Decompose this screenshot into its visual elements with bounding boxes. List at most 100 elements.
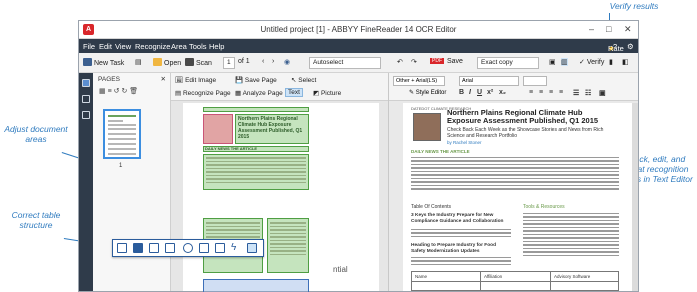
- image-toolbar: 🖼 Edit Image ▤ Recognize Page 💾 Save Pag…: [171, 73, 388, 101]
- rotate-left-icon[interactable]: ↺: [114, 88, 120, 95]
- menu-view[interactable]: View: [115, 42, 131, 51]
- language-select[interactable]: Autoselect: [309, 57, 381, 69]
- table-rows-icon[interactable]: [199, 243, 209, 253]
- table-split-col-icon[interactable]: [149, 243, 159, 253]
- table-divider: [412, 281, 618, 282]
- justify-icon[interactable]: ≡: [559, 89, 563, 96]
- picture-area-tool[interactable]: ◩ Picture: [313, 89, 341, 97]
- table-area[interactable]: [203, 279, 309, 292]
- thumb-line: [108, 133, 136, 135]
- text-area-header[interactable]: [203, 107, 309, 112]
- menu-help[interactable]: Help: [209, 42, 224, 51]
- screenshot-stage: Verify results Adjust document areas Cor…: [0, 0, 697, 292]
- save-page-button[interactable]: 💾 Save Page: [235, 76, 277, 84]
- menu-tools[interactable]: Tools: [189, 42, 207, 51]
- style-select[interactable]: Other + Arial(LS): [393, 76, 445, 86]
- menu-file[interactable]: File: [83, 42, 95, 51]
- page-total-label: of 1: [238, 58, 250, 65]
- picture-area[interactable]: [203, 114, 233, 144]
- open-button[interactable]: Open: [153, 58, 181, 67]
- view-mode-icon-1[interactable]: ▣: [549, 58, 556, 66]
- table-split-row-icon[interactable]: [133, 243, 143, 253]
- page-number-input[interactable]: 1: [223, 57, 235, 69]
- sidebar-toggle-icon[interactable]: ▮: [609, 58, 613, 66]
- table-delete-icon[interactable]: [215, 243, 225, 253]
- recognize-page-button[interactable]: ▤ Recognize Page: [175, 89, 231, 97]
- text-area-tool[interactable]: Text: [285, 88, 303, 97]
- text-scrollbar[interactable]: [632, 103, 638, 291]
- text-subhead: Check Back Each Week as the Showcase Sto…: [447, 127, 604, 139]
- page-thumbnail[interactable]: [103, 109, 141, 159]
- left-icon-strip: [79, 73, 93, 291]
- help-icon[interactable]: ?: [613, 42, 617, 51]
- table-grid-icon[interactable]: [247, 243, 257, 253]
- align-center-icon[interactable]: ≡: [539, 89, 543, 96]
- save-mode-select[interactable]: Exact copy: [477, 57, 539, 69]
- recognized-text-page[interactable]: DATEDOT CLIMATE RESEARCH Northern Plains…: [403, 103, 634, 291]
- prev-page-icon[interactable]: ‹: [262, 58, 264, 65]
- style-editor-label: Style Editor: [415, 90, 447, 96]
- pages-icon[interactable]: [82, 79, 90, 87]
- italic-icon[interactable]: I: [469, 89, 471, 96]
- layers-icon[interactable]: ▤: [135, 58, 142, 66]
- delete-page-icon[interactable]: 🗑: [129, 88, 138, 95]
- table-lightning-icon[interactable]: ϟ: [231, 243, 241, 253]
- insert-picture-icon[interactable]: ▣: [599, 89, 606, 97]
- table-cell-icon[interactable]: [117, 243, 127, 253]
- rotate-right-icon[interactable]: ↻: [121, 88, 127, 95]
- text-item-2: Heading to Prepare Industry for Food Saf…: [411, 243, 497, 254]
- panel-toggle-icon[interactable]: ◧: [622, 58, 629, 66]
- bullets-icon[interactable]: ☰: [573, 89, 579, 97]
- text-body-lines: [411, 157, 619, 192]
- title-bar: A Untitled project [1] - ABBYY FineReade…: [79, 21, 638, 39]
- underline-icon[interactable]: U: [477, 89, 482, 96]
- pdf-icon[interactable]: PDF: [430, 58, 444, 64]
- undo-icon[interactable]: ↶: [397, 58, 403, 66]
- verify-button[interactable]: ✓ Verify: [579, 58, 604, 66]
- scan-button[interactable]: Scan: [185, 58, 212, 67]
- align-left-icon[interactable]: ≡: [529, 89, 533, 96]
- analyze-page-button[interactable]: ▦ Analyze Page: [235, 89, 283, 97]
- style-editor-button[interactable]: ✎ Style Editor: [409, 89, 446, 96]
- save-button[interactable]: Save: [447, 58, 463, 65]
- section-text: DAILY NEWS THE ARTICLE: [205, 146, 258, 151]
- edit-image-button[interactable]: 🖼 Edit Image: [175, 76, 216, 84]
- font-select[interactable]: Arial: [459, 76, 519, 86]
- grid-icon[interactable]: ▦: [99, 88, 106, 95]
- select-tool[interactable]: ↖ Select: [291, 76, 316, 84]
- redo-icon[interactable]: ↷: [411, 58, 417, 66]
- table-merge-icon[interactable]: [165, 243, 175, 253]
- menu-recognize[interactable]: Recognize: [135, 42, 170, 51]
- numbering-icon[interactable]: ☷: [585, 89, 591, 97]
- bold-icon[interactable]: B: [459, 89, 464, 96]
- text-headline: Northern Plains Regional Climate Hub Exp…: [447, 108, 599, 125]
- analyze-page-label: Analyze Page: [242, 90, 283, 97]
- headline-text: Northern Plains Regional Climate Hub Exp…: [238, 116, 303, 140]
- layers-panel-icon[interactable]: [82, 95, 90, 103]
- table-refresh-icon[interactable]: [183, 243, 193, 253]
- list-icon[interactable]: ≡: [108, 88, 112, 95]
- scanned-page-image[interactable]: Northern Plains Regional Climate Hub Exp…: [183, 103, 379, 292]
- minimize-icon[interactable]: –: [589, 24, 594, 34]
- text-right-col-lines: [523, 213, 619, 258]
- settings-gear-icon[interactable]: ⚙: [627, 42, 634, 51]
- maximize-icon[interactable]: □: [606, 24, 611, 34]
- next-page-icon[interactable]: ›: [272, 58, 274, 65]
- menu-edit[interactable]: Edit: [99, 42, 112, 51]
- subscript-icon[interactable]: x₂: [499, 89, 506, 96]
- font-size-select[interactable]: [523, 76, 547, 86]
- superscript-icon[interactable]: x²: [487, 89, 493, 96]
- right-column-lines: [270, 222, 306, 257]
- zoom-panel-icon[interactable]: [82, 111, 90, 119]
- align-right-icon[interactable]: ≡: [549, 89, 553, 96]
- thumb-line: [108, 128, 136, 130]
- menu-area[interactable]: Area: [171, 42, 187, 51]
- new-task-button[interactable]: New Task: [83, 58, 124, 67]
- table-structure-toolbar: ϟ: [112, 239, 264, 257]
- view-mode-icon-2[interactable]: ▥: [561, 58, 568, 66]
- main-toolbar: New Task ▤ Open Scan 1 of 1 ‹ › ◉ Autose…: [79, 53, 638, 73]
- thumb-line: [108, 153, 136, 155]
- recognize-icon[interactable]: ◉: [284, 58, 290, 66]
- close-icon[interactable]: ✕: [624, 24, 632, 35]
- pages-close-icon[interactable]: ✕: [161, 75, 166, 83]
